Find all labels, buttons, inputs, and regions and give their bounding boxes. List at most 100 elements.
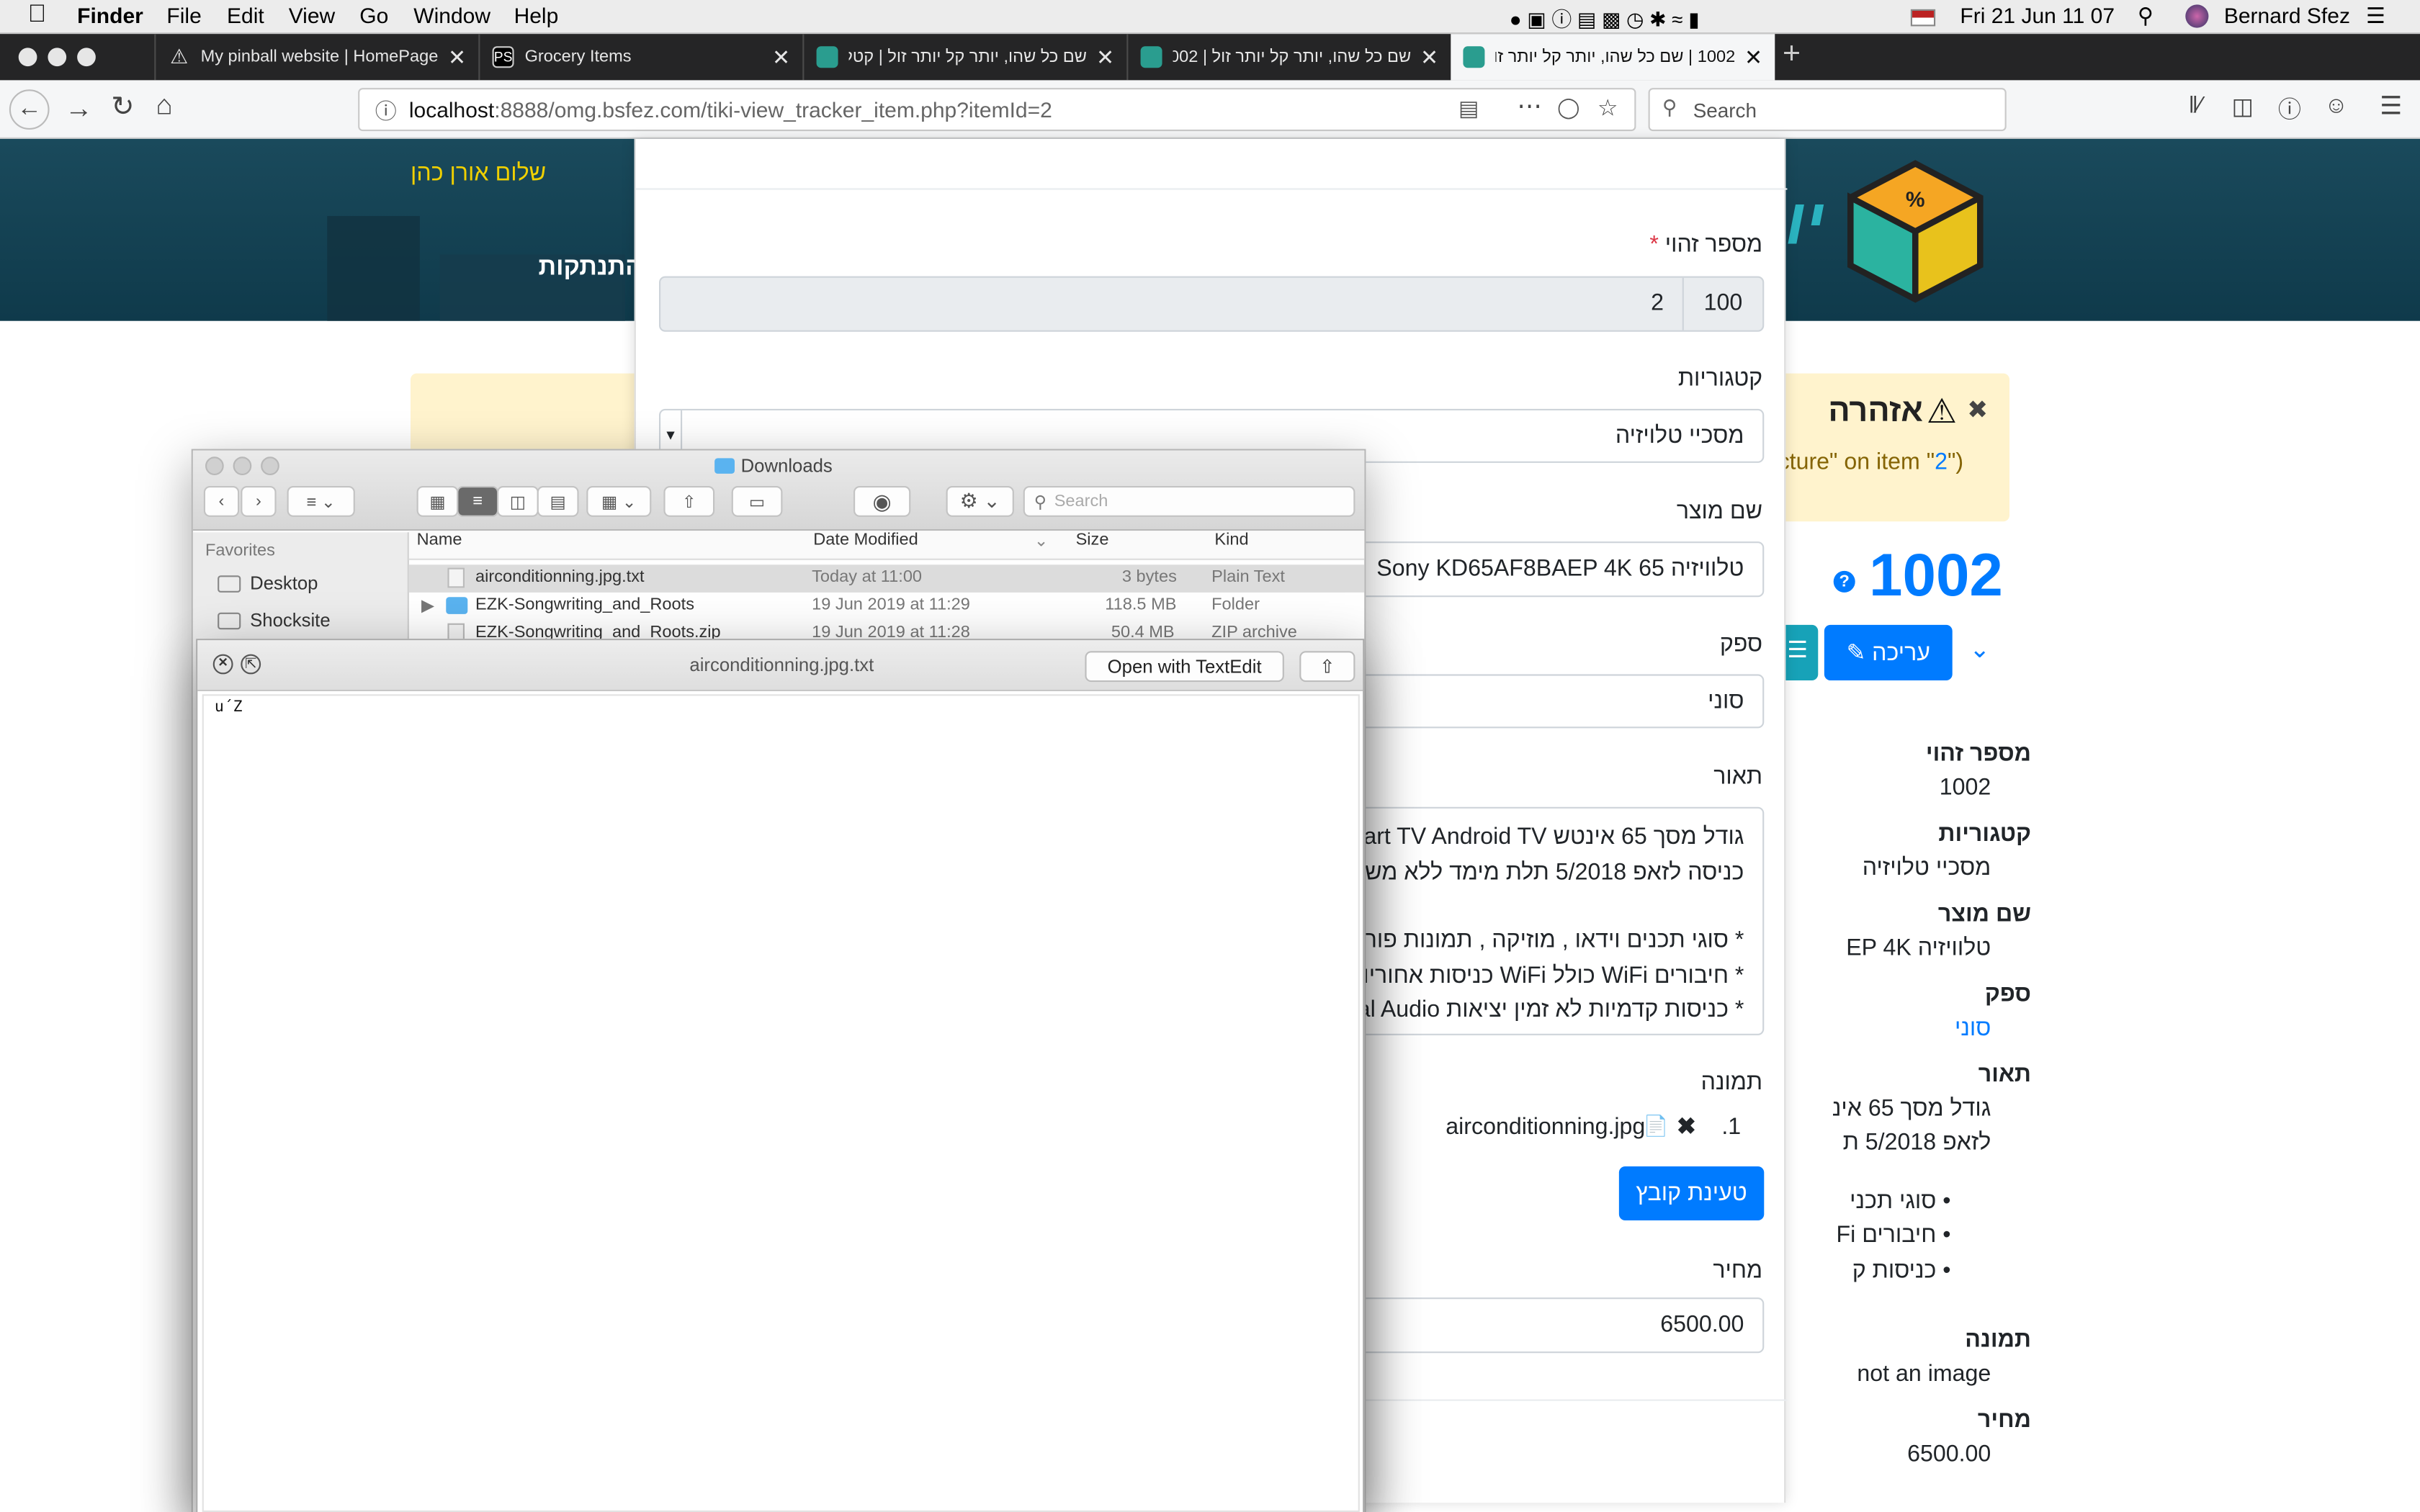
column-name[interactable]: Name <box>417 531 462 549</box>
pocket-icon[interactable]: ◯ <box>1557 96 1579 120</box>
bullet-item: • כניסות ק <box>1852 1257 1951 1284</box>
finder-minimize-button[interactable] <box>233 456 252 475</box>
browser-search-input[interactable]: ⚲ Search <box>1648 88 2007 132</box>
item-title: 1002 <box>1869 543 2003 610</box>
user-name[interactable]: Bernard Sfez <box>2224 3 2350 27</box>
share-icon[interactable]: ⇧ <box>663 486 715 517</box>
menu-file[interactable]: File <box>166 3 201 27</box>
field-label: תמונה <box>1965 1326 2031 1354</box>
folder-icon <box>218 611 241 629</box>
logout-link[interactable]: התנתקות <box>534 255 642 283</box>
url-bar[interactable]: ⓘ localhost:8888/omg.bsfez.com/tiki-view… <box>358 88 1636 132</box>
share-icon[interactable]: ⇧ <box>1299 651 1355 683</box>
finder-zoom-button[interactable] <box>261 456 279 475</box>
page-actions-icon[interactable]: ⋯ <box>1517 91 1541 122</box>
window-minimize-button[interactable] <box>48 48 67 67</box>
window-zoom-button[interactable] <box>77 48 96 67</box>
forward-button[interactable]: › <box>241 486 277 517</box>
finder-close-button[interactable] <box>205 456 224 475</box>
account-icon[interactable]: ☺ <box>2324 93 2348 119</box>
tab-catalog[interactable]: שם כל שהו, יותר קל יותר זול | קטלוג ✕ <box>802 34 1126 81</box>
back-button[interactable]: ‹ <box>203 486 240 517</box>
image-index: .1 <box>1721 1114 1742 1140</box>
close-icon[interactable]: ✕ <box>1096 44 1114 70</box>
spotlight-icon[interactable]: ⚲ <box>2138 3 2154 29</box>
edit-button[interactable]: עריכה ✎ <box>1824 624 1953 680</box>
action-gear-icon[interactable]: ⚙ ⌄ <box>946 486 1014 517</box>
table-row[interactable]: airconditionning.jpg.txt Today at 11:00 … <box>408 564 1365 593</box>
quicklook-eye-icon[interactable]: ◉ <box>853 486 911 517</box>
sidebar-icon[interactable]: ◫ <box>2232 93 2254 120</box>
help-icon[interactable]: ? <box>1833 570 1855 593</box>
field-value: 6500.00 <box>1907 1441 1991 1467</box>
info-icon[interactable]: ⓘ <box>2278 93 2301 125</box>
categories-label: קטגוריות <box>1677 365 1763 392</box>
forward-button[interactable]: → <box>65 93 93 125</box>
remove-file-icon[interactable]: ✖ <box>1677 1112 1696 1140</box>
home-button[interactable]: ⌂ <box>156 89 172 122</box>
close-icon[interactable]: ✕ <box>448 44 466 70</box>
back-button[interactable]: ← <box>9 89 50 130</box>
gallery-view-button[interactable]: ▤ <box>537 486 579 517</box>
field-label: תאור <box>1978 1061 2031 1088</box>
sidebar-item-shocksite[interactable]: Shocksite <box>218 609 331 631</box>
supplier-link[interactable]: סוני <box>1955 1015 1991 1041</box>
menu-edit[interactable]: Edit <box>227 3 264 27</box>
tab-pinball[interactable]: ⚠ My pinball website | HomePage ✕ <box>154 34 478 81</box>
icon-view-button[interactable]: ▦ <box>416 486 459 517</box>
menu-icon[interactable]: ☰ <box>2380 91 2402 122</box>
flag-icon[interactable] <box>1910 9 1936 27</box>
list-view-button[interactable]: ≡ <box>457 486 499 517</box>
reload-button[interactable]: ↻ <box>111 91 134 123</box>
menu-view[interactable]: View <box>289 3 335 27</box>
notification-center-icon[interactable]: ☰ <box>2366 3 2385 29</box>
bookmark-star-icon[interactable]: ☆ <box>1597 94 1618 122</box>
new-tab-button[interactable]: + <box>1783 37 1801 72</box>
site-cube-icon <box>1463 46 1485 68</box>
greeting: שלום אורן כהן <box>411 160 547 187</box>
list-style-button[interactable]: ≡ ⌄ <box>287 486 355 517</box>
window-close-button[interactable] <box>18 48 37 67</box>
field-value: לזאפ 5/2018 ת <box>1842 1129 1991 1156</box>
field-label: מחיר <box>1977 1407 2031 1434</box>
bullet-item: • סוגי תכני <box>1850 1188 1951 1215</box>
user-avatar-icon[interactable] <box>2185 4 2209 28</box>
column-kind[interactable]: Kind <box>1214 531 1248 549</box>
svg-text:%: % <box>1906 188 1925 212</box>
library-icon[interactable]: ‖⁄ <box>2189 93 2202 119</box>
table-row[interactable]: ▶ EZK-Songwriting_and_Roots 19 Jun 2019 … <box>409 593 1364 621</box>
apple-menu-icon[interactable]:  <box>28 1 47 30</box>
logo-cube-icon[interactable]: % <box>1841 158 1989 306</box>
sort-chevron-icon[interactable]: ⌄ <box>1034 531 1049 551</box>
warning-icon: ⚠ <box>1926 392 1958 431</box>
tab-active[interactable]: 1002 | שם כל שהו, יותר קל יותר זול ✕ <box>1451 34 1775 81</box>
status-icons[interactable]: ● ▣ ⓘ ▤ ▩ ◷ ✱ ≈ ▮ <box>1510 3 1700 32</box>
column-size[interactable]: Size <box>1076 531 1109 549</box>
chevron-down-icon[interactable]: ⌄ <box>1969 634 1990 665</box>
table-row[interactable]: EZK-Songwriting_and_Roots.zip 19 Jun 201… <box>409 620 1364 639</box>
tag-icon[interactable]: ▭ <box>731 486 783 517</box>
menu-finder[interactable]: Finder <box>77 3 143 27</box>
menu-help[interactable]: Help <box>514 3 559 27</box>
column-view-button[interactable]: ◫ <box>497 486 539 517</box>
clock[interactable]: Fri 21 Jun 11 07 <box>1960 3 2115 27</box>
reader-view-icon[interactable]: ▤ <box>1458 96 1479 122</box>
sidebar-item-desktop[interactable]: Desktop <box>218 572 318 594</box>
site-info-icon[interactable]: ⓘ <box>375 96 397 127</box>
group-button[interactable]: ▦ ⌄ <box>586 486 652 517</box>
close-icon[interactable]: ✕ <box>1744 44 1762 70</box>
column-date-modified[interactable]: Date Modified <box>813 531 918 549</box>
menu-window[interactable]: Window <box>413 3 490 27</box>
close-icon[interactable]: ✕ <box>772 44 790 70</box>
tab-item-1002[interactable]: שם כל שהו, יותר קל יותר זול | 1002✕ <box>1126 34 1451 81</box>
close-icon[interactable]: ✕ <box>1420 44 1438 70</box>
description-label: תאור <box>1713 763 1763 791</box>
disclosure-triangle-icon[interactable]: ▶ <box>421 595 434 616</box>
close-alert-icon[interactable]: ✖ <box>1967 395 1988 426</box>
tab-grocery[interactable]: PS Grocery Items ✕ <box>478 34 802 81</box>
menu-go[interactable]: Go <box>359 3 388 27</box>
finder-search-input[interactable]: ⚲ Search <box>1023 486 1355 517</box>
upload-button[interactable]: טעינת קובץ <box>1618 1166 1765 1220</box>
open-with-textedit-button[interactable]: Open with TextEdit <box>1085 651 1284 683</box>
quicklook-panel: ✕ ⇱ airconditionning.jpg.txt Open with T… <box>196 639 1365 1512</box>
